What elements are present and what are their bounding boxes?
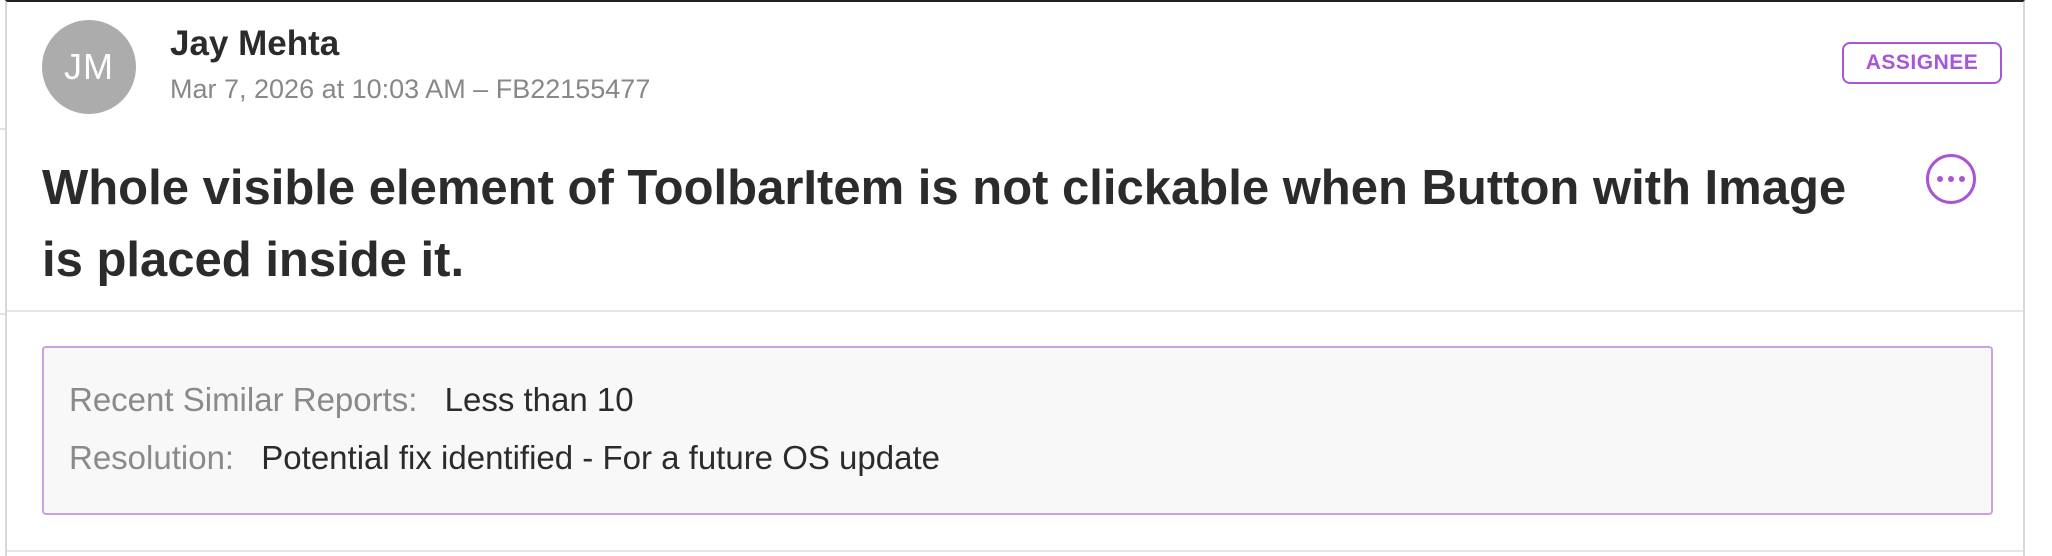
more-options-button[interactable] <box>1926 154 1976 204</box>
resolution-row: Resolution: Potential fix identified - F… <box>69 439 940 477</box>
section-divider <box>7 550 2023 552</box>
ellipsis-dot <box>1959 176 1965 182</box>
issue-title: Whole visible element of ToolbarItem is … <box>42 161 1847 287</box>
avatar: JM <box>42 20 136 114</box>
section-divider <box>7 310 2023 312</box>
similar-reports-label: Recent Similar Reports: <box>69 381 418 418</box>
similar-reports-row: Recent Similar Reports: Less than 10 <box>69 381 634 419</box>
ellipsis-circle-icon <box>1937 176 1943 182</box>
ellipsis-dot <box>1948 176 1954 182</box>
feedback-detail-panel: JM Jay Mehta Mar 7, 2026 at 10:03 AM – F… <box>5 0 2025 556</box>
assignee-badge: ASSIGNEE <box>1842 42 2002 84</box>
report-info-box: Recent Similar Reports: Less than 10 Res… <box>42 346 1993 515</box>
resolution-label: Resolution: <box>69 439 235 476</box>
feedback-meta: Mar 7, 2026 at 10:03 AM – FB22155477 <box>170 74 651 104</box>
avatar-initials: JM <box>64 46 114 87</box>
similar-reports-value: Less than 10 <box>444 381 634 418</box>
author-name: Jay Mehta <box>170 24 340 63</box>
resolution-value: Potential fix identified - For a future … <box>261 439 940 476</box>
